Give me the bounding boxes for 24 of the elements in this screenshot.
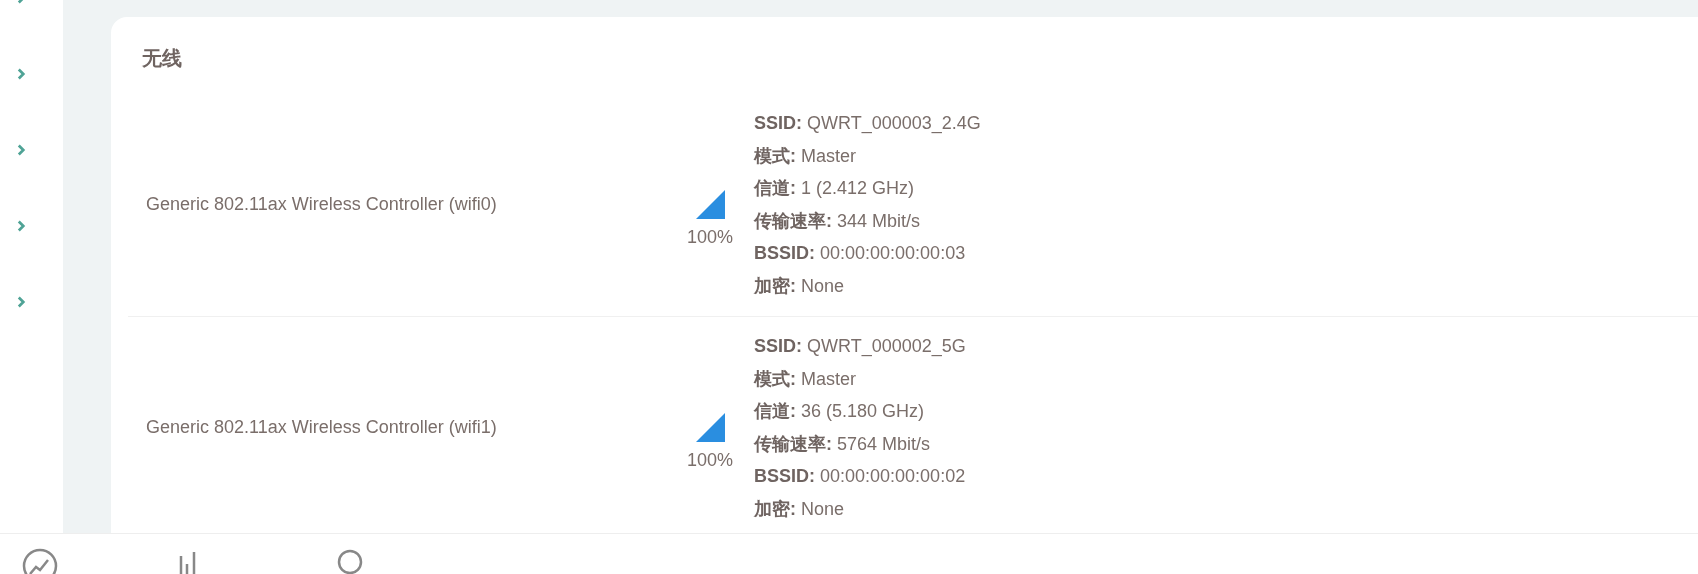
detail-line: BSSID: 00:00:00:00:00:02 — [754, 465, 966, 488]
signal-percent: 100% — [686, 226, 733, 248]
chevron-right-icon[interactable] — [17, 68, 26, 80]
gauge-icon[interactable] — [22, 548, 58, 574]
signal-icon — [695, 412, 725, 442]
detail-line: 传输速率: 344 Mbit/s — [754, 209, 922, 233]
detail-line: BSSID: 00:00:00:00:00:03 — [754, 242, 967, 265]
detail-line: 信道: 1 (2.412 GHz) — [754, 177, 916, 200]
detail-line: SSID: QWRT_000002_5G — [754, 335, 966, 359]
detail-line: 模式: Master — [754, 367, 857, 391]
detail-line: 加密: None — [754, 274, 846, 298]
detail-line: 传输速率: 5764 Mbit/s — [754, 432, 932, 456]
detail-line: SSID: QWRT_000003_2.4G — [754, 112, 981, 136]
detail-line: 信道: 36 (5.180 GHz) — [754, 400, 926, 423]
chevron-right-icon[interactable] — [17, 296, 26, 308]
signal-icon — [695, 189, 725, 219]
chevron-right-icon[interactable] — [17, 220, 26, 232]
chevron-right-icon[interactable] — [17, 144, 26, 156]
signal-percent: 100% — [686, 449, 733, 471]
device-name: Generic 802.11ax Wireless Controller (wifi0) — [145, 194, 498, 215]
section-title: 无线 — [141, 46, 183, 71]
detail-line: 加密: None — [754, 497, 846, 521]
detail-line: 模式: Master — [754, 144, 857, 168]
device-name: Generic 802.11ax Wireless Controller (wifi1) — [145, 417, 498, 438]
